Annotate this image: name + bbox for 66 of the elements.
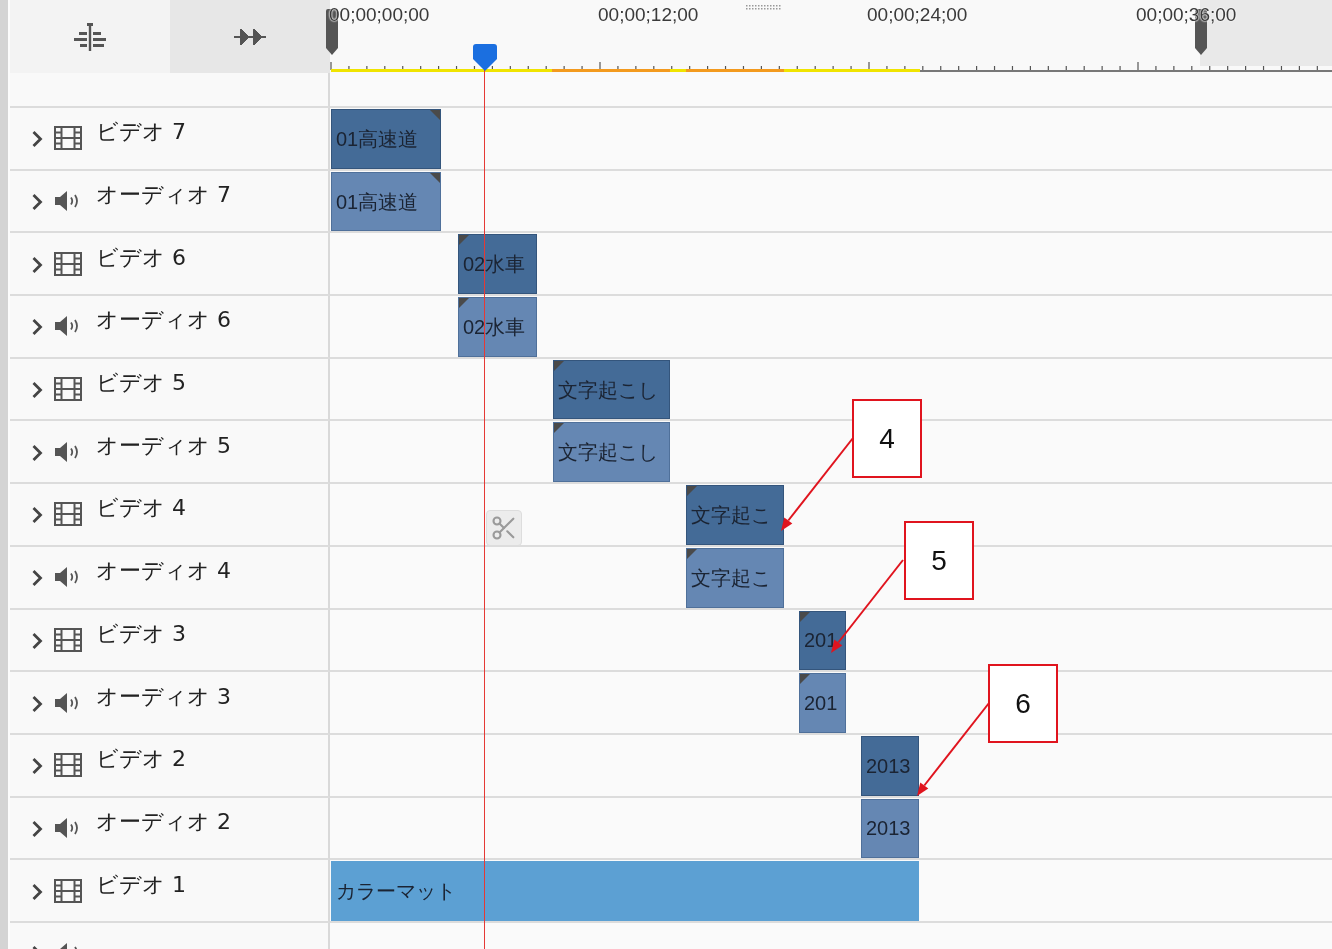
track-name: ビデオ 6	[96, 244, 186, 272]
clip-title: 2013	[866, 753, 911, 778]
chevron-right-icon[interactable]	[31, 882, 43, 901]
video-clip[interactable]: 01高速道	[331, 109, 441, 169]
toolbar-button[interactable]	[10, 0, 170, 73]
track-name: ビデオ 7	[96, 119, 186, 147]
track-name: オーディオ 5	[96, 432, 231, 460]
grip-icon[interactable]	[746, 5, 782, 10]
clip-title: 文字起こし	[558, 377, 658, 402]
chevron-right-icon[interactable]	[31, 757, 43, 776]
chevron-right-icon[interactable]	[31, 381, 43, 400]
toolbar-button[interactable]	[170, 0, 330, 73]
chevron-right-icon[interactable]	[31, 193, 43, 212]
double-arrow-icon	[234, 26, 266, 47]
film-strip-icon	[54, 502, 82, 527]
audio-clip[interactable]: 文字起こし	[553, 422, 670, 483]
audio-clip[interactable]: 01高速道	[331, 171, 441, 232]
clip-title: 文字起こ	[691, 565, 771, 590]
film-strip-icon	[54, 627, 82, 652]
callout-box: 5	[904, 521, 974, 600]
track-name: ビデオ 3	[96, 620, 186, 648]
chevron-right-icon[interactable]	[31, 130, 43, 149]
timecode-label: 00;00;12;00	[598, 3, 699, 27]
track-name: オーディオ 2	[96, 808, 231, 836]
callout-box: 6	[988, 664, 1058, 743]
audio-clip[interactable]: 2013	[861, 798, 919, 859]
clip-title: 201	[804, 628, 838, 653]
track-name: ビデオ 2	[96, 746, 186, 774]
video-clip[interactable]: 201	[799, 610, 846, 671]
callout-box: 4	[852, 399, 922, 478]
audio-clip[interactable]: 文字起こ	[686, 547, 784, 608]
chevron-right-icon[interactable]	[31, 443, 43, 462]
clip-title: カラーマット	[336, 879, 456, 904]
clip-title: 01高速道	[336, 189, 419, 214]
clip-title: 01高速道	[336, 126, 419, 151]
film-strip-icon	[54, 377, 82, 402]
color-matte-clip[interactable]: カラーマット	[331, 861, 919, 921]
clip-title: 201	[804, 691, 838, 716]
clip-title: 2013	[866, 816, 911, 841]
video-clip[interactable]: 文字起こ	[686, 485, 784, 545]
track-name: ビデオ 1	[96, 871, 186, 899]
track-name: オーディオ 6	[96, 307, 231, 335]
audio-clip[interactable]: 201	[799, 673, 846, 733]
chevron-right-icon[interactable]	[31, 318, 43, 337]
track-name: オーディオ 7	[96, 182, 231, 210]
timecode-label: 00;00;24;00	[867, 3, 968, 27]
clip-title: 文字起こし	[558, 440, 658, 465]
chevron-right-icon[interactable]	[31, 694, 43, 713]
film-strip-icon	[54, 878, 82, 903]
film-strip-icon	[54, 251, 82, 276]
track-name: ビデオ 4	[96, 495, 186, 523]
center-align-icon	[74, 22, 106, 51]
clip-title: 文字起こ	[691, 502, 771, 527]
playhead-handle[interactable]	[473, 44, 497, 71]
chevron-right-icon[interactable]	[31, 506, 43, 525]
chevron-right-icon[interactable]	[31, 819, 43, 838]
film-strip-icon	[54, 126, 82, 151]
video-clip[interactable]: 2013	[861, 735, 919, 796]
track-name: ビデオ 5	[96, 370, 186, 398]
chevron-right-icon[interactable]	[31, 631, 43, 650]
track-name: オーディオ 3	[96, 683, 231, 711]
film-strip-icon	[54, 753, 82, 778]
track-name: オーディオ 4	[96, 558, 231, 586]
chevron-right-icon[interactable]	[31, 255, 43, 274]
video-clip[interactable]: 文字起こし	[553, 359, 670, 420]
chevron-right-icon[interactable]	[31, 569, 43, 588]
